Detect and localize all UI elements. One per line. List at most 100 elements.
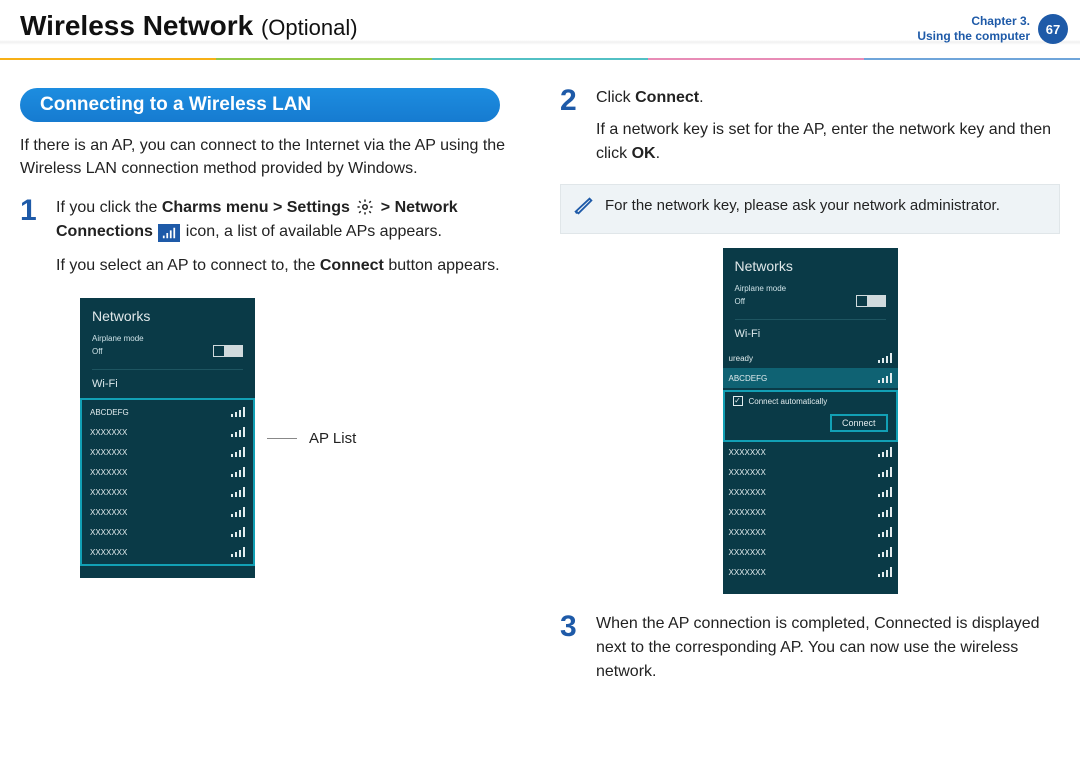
- ap-ssid: XXXXXXX: [90, 448, 127, 457]
- ap-row[interactable]: XXXXXXX: [723, 462, 898, 482]
- step1-text-d: icon, a list of available APs appears.: [186, 223, 442, 240]
- note-box: For the network key, please ask your net…: [560, 184, 1060, 234]
- header-chapter-block: Chapter 3. Using the computer 67: [917, 14, 1068, 44]
- callout-line: [267, 438, 297, 439]
- ap-row[interactable]: uready: [723, 348, 898, 368]
- ap-row[interactable]: XXXXXXX: [723, 442, 898, 462]
- wifi-signal-icon: [231, 467, 245, 477]
- ap-row[interactable]: XXXXXXX: [84, 522, 251, 542]
- section-heading: Connecting to a Wireless LAN: [20, 88, 500, 122]
- network-connections-icon: [158, 224, 180, 242]
- panel-b-off-label: Off: [735, 297, 746, 306]
- ap-ssid: XXXXXXX: [90, 428, 127, 437]
- step1-line2-c: button appears.: [388, 257, 499, 274]
- panel-a-title: Networks: [92, 308, 243, 324]
- step1-text-b: Charms menu > Settings: [162, 199, 355, 216]
- ap-ssid: XXXXXXX: [90, 508, 127, 517]
- note-text: For the network key, please ask your net…: [605, 195, 1000, 216]
- wifi-signal-icon: [231, 487, 245, 497]
- ap-ssid: XXXXXXX: [729, 488, 766, 497]
- ap-ssid: XXXXXXX: [90, 528, 127, 537]
- chapter-line-2: Using the computer: [917, 29, 1030, 44]
- ap-row[interactable]: XXXXXXX: [723, 562, 898, 582]
- step2-c: .: [699, 89, 703, 106]
- panel-b-airplane-label: Airplane mode: [735, 284, 886, 293]
- networks-panel-b: Networks Airplane mode Off Wi-Fi uready A…: [723, 248, 898, 594]
- top-divider: [0, 58, 1080, 60]
- panel-b-wifi-label: Wi-Fi: [735, 328, 886, 340]
- wifi-signal-icon: [878, 467, 892, 477]
- step-2: 2 Click Connect. If a network key is set…: [560, 86, 1060, 166]
- step2-2c: .: [656, 145, 660, 162]
- page-header: Wireless Network (Optional) Chapter 3. U…: [0, 0, 1080, 60]
- step2-2b: OK: [632, 145, 656, 162]
- wifi-signal-icon: [231, 407, 245, 417]
- wifi-signal-icon: [878, 447, 892, 457]
- ap-row[interactable]: XXXXXXX: [723, 522, 898, 542]
- wifi-signal-icon: [231, 507, 245, 517]
- step-2-number: 2: [560, 86, 586, 166]
- step2-a: Click: [596, 89, 635, 106]
- page-number-badge: 67: [1038, 14, 1068, 44]
- ap-row[interactable]: ABCDEFG: [84, 402, 251, 422]
- wifi-signal-icon: [878, 373, 892, 383]
- wifi-signal-icon: [231, 447, 245, 457]
- ap-ssid: XXXXXXX: [729, 448, 766, 457]
- ap-list-box: ABCDEFG XXXXXXX XXXXXXX XXXXXXX XXXXXXX XXXXX…: [80, 398, 255, 566]
- panel-b-title: Networks: [735, 258, 886, 274]
- ap-row[interactable]: XXXXXXX: [84, 502, 251, 522]
- airplane-mode-toggle[interactable]: [213, 345, 243, 357]
- wifi-signal-icon: [878, 487, 892, 497]
- ap-row[interactable]: XXXXXXX: [723, 502, 898, 522]
- ap-ssid: XXXXXXX: [729, 508, 766, 517]
- ap-row[interactable]: XXXXXXX: [84, 462, 251, 482]
- step2-2a: If a network key is set for the AP, ente…: [596, 121, 1051, 162]
- step3-text: When the AP connection is completed, Con…: [596, 615, 1040, 680]
- ap-ssid: XXXXXXX: [729, 528, 766, 537]
- step-1: 1 If you click the Charms menu > Setting…: [20, 196, 520, 278]
- ap-ssid: XXXXXXX: [729, 468, 766, 477]
- settings-gear-icon: [355, 197, 375, 217]
- panel-b-top-list: uready ABCDEFG: [723, 348, 898, 388]
- ap-ssid: XXXXXXX: [90, 488, 127, 497]
- wifi-signal-icon: [231, 547, 245, 557]
- ap-row[interactable]: XXXXXXX: [84, 542, 251, 562]
- airplane-mode-toggle-b[interactable]: [856, 295, 886, 307]
- step-3-number: 3: [560, 612, 586, 684]
- panel-a-off-label: Off: [92, 347, 103, 356]
- ap-row[interactable]: ABCDEFG: [723, 368, 898, 388]
- panel-a-airplane-label: Airplane mode: [92, 334, 243, 343]
- wifi-signal-icon: [231, 527, 245, 537]
- ap-row[interactable]: XXXXXXX: [723, 542, 898, 562]
- step1-text-a: If you click the: [56, 199, 162, 216]
- right-column: 2 Click Connect. If a network key is set…: [560, 80, 1060, 684]
- panel-b-bottom-list: XXXXXXX XXXXXXX XXXXXXX XXXXXXX XXXXXXX XXXXX…: [723, 442, 898, 582]
- wifi-signal-icon: [878, 547, 892, 557]
- ap-row[interactable]: XXXXXXX: [84, 422, 251, 442]
- ap-row[interactable]: XXXXXXX: [84, 482, 251, 502]
- intro-text: If there is an AP, you can connect to th…: [20, 134, 520, 180]
- ap-row[interactable]: XXXXXXX: [84, 442, 251, 462]
- networks-panel-a: Networks Airplane mode Off Wi-Fi ABCDEFG…: [80, 298, 255, 578]
- ap-ssid: XXXXXXX: [90, 548, 127, 557]
- wifi-signal-icon: [878, 507, 892, 517]
- ap-ssid: ABCDEFG: [729, 374, 768, 383]
- auto-connect-label: Connect automatically: [749, 397, 828, 406]
- ap-list-callout-label: AP List: [309, 430, 356, 447]
- ap-ssid: XXXXXXX: [729, 568, 766, 577]
- panel-a-wifi-label: Wi-Fi: [92, 378, 243, 390]
- ap-ssid: uready: [729, 354, 753, 363]
- auto-connect-checkbox[interactable]: ✓: [733, 396, 743, 406]
- step1-line2-a: If you select an AP to connect to, the: [56, 257, 320, 274]
- step2-b: Connect: [635, 89, 699, 106]
- connect-button[interactable]: Connect: [830, 414, 888, 432]
- wifi-signal-icon: [231, 427, 245, 437]
- wifi-signal-icon: [878, 567, 892, 577]
- ap-row[interactable]: XXXXXXX: [723, 482, 898, 502]
- page-title: Wireless Network (Optional): [20, 10, 358, 41]
- wifi-signal-icon: [878, 353, 892, 363]
- figure-step1: Networks Airplane mode Off Wi-Fi ABCDEFG…: [80, 298, 520, 578]
- ap-ssid: ABCDEFG: [90, 408, 129, 417]
- chapter-line-1: Chapter 3.: [917, 14, 1030, 29]
- step1-line2-b: Connect: [320, 257, 384, 274]
